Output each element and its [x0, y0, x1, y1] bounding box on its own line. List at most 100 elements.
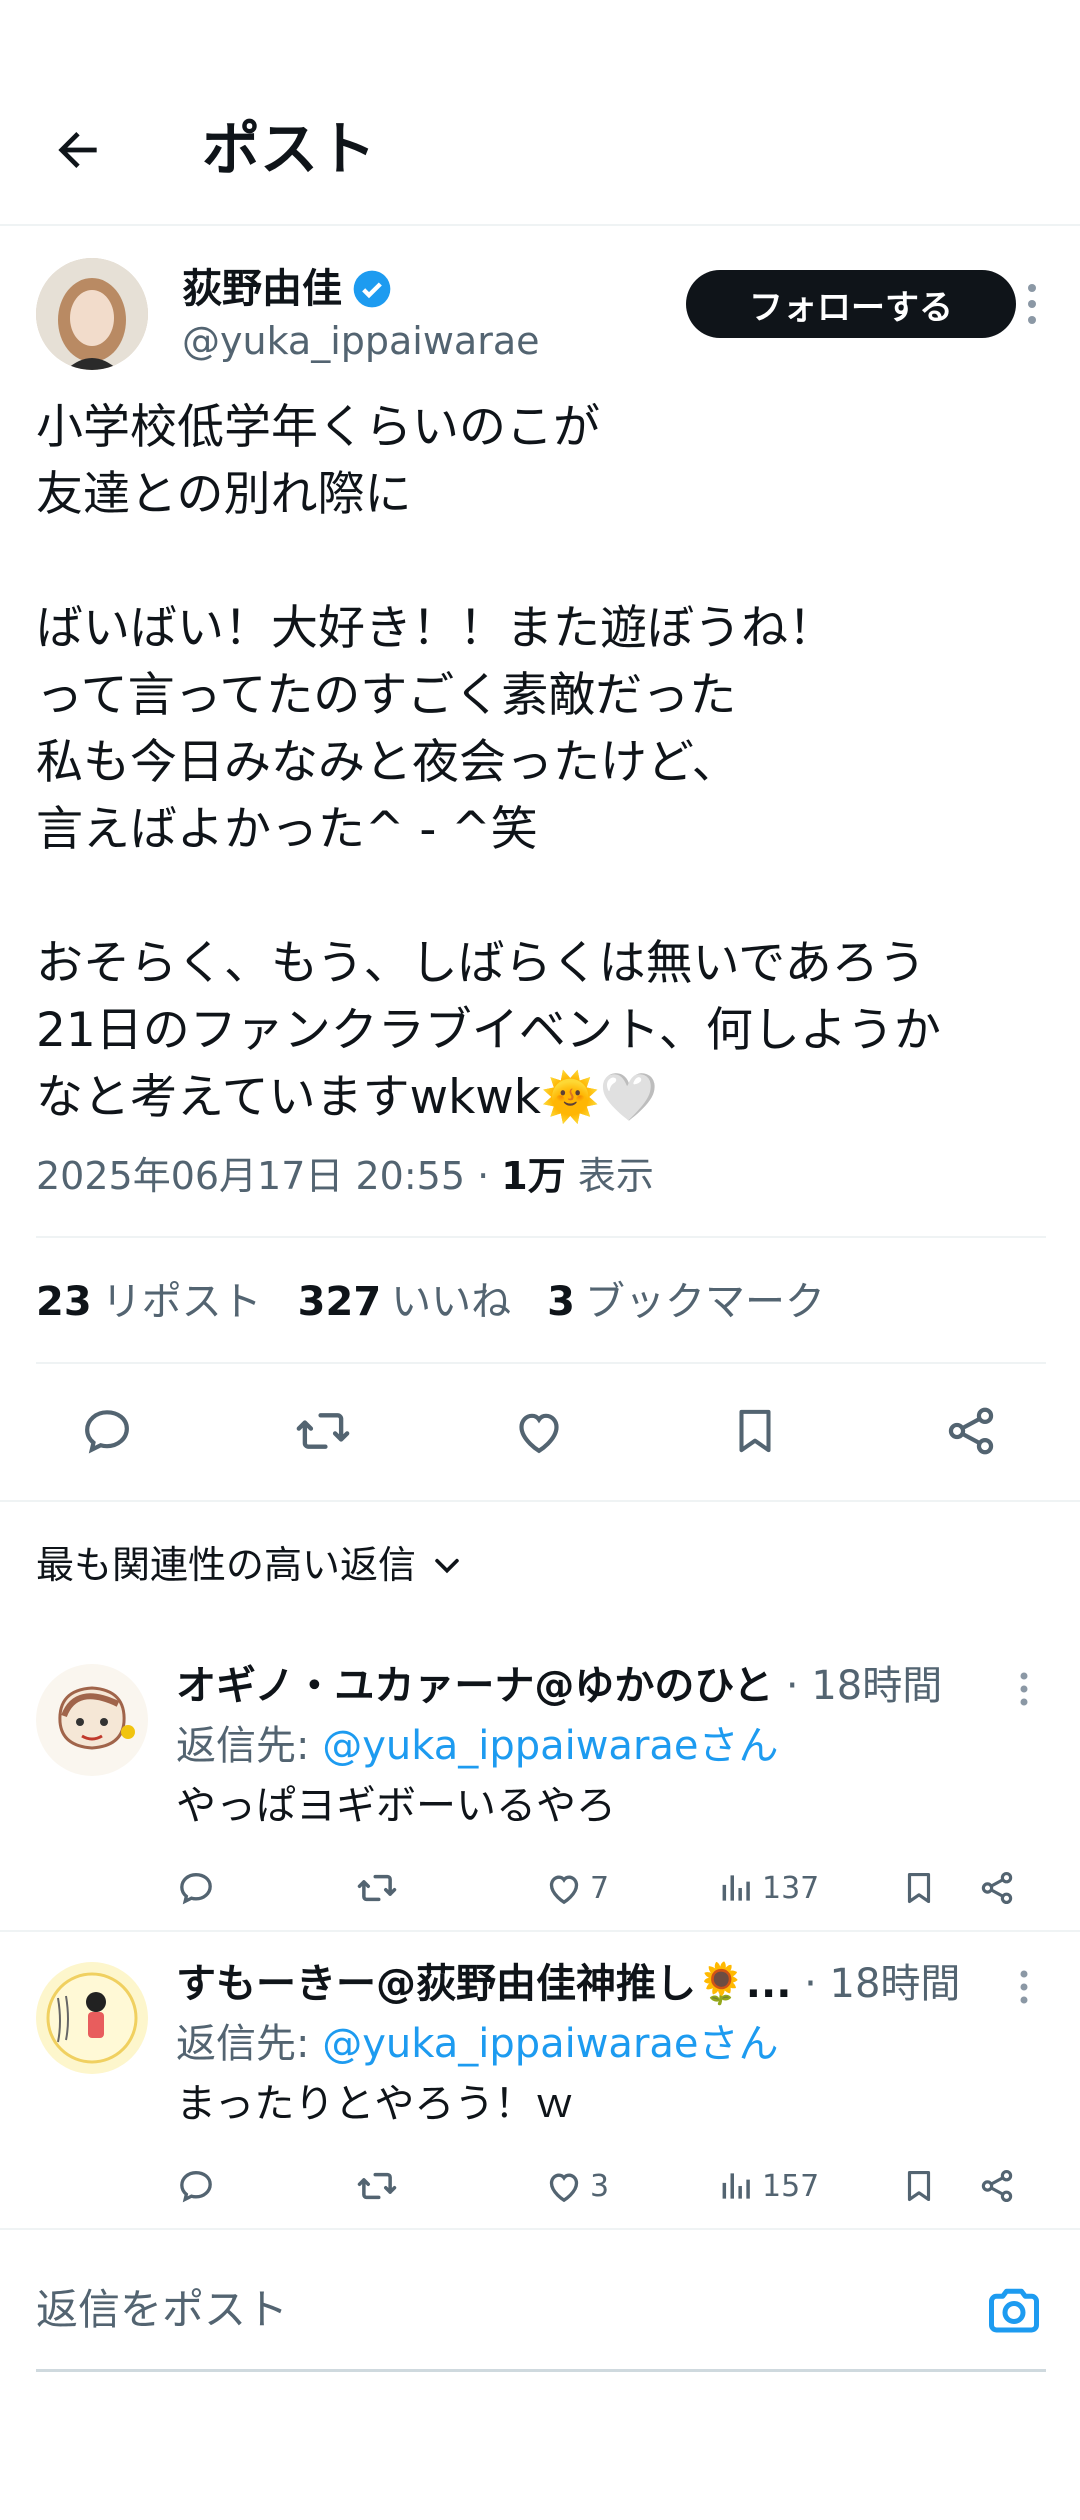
- reply-reply-button[interactable]: [176, 2158, 216, 2214]
- meta-separator: ·: [465, 1154, 502, 1198]
- arrow-left-icon: [58, 132, 97, 168]
- reply-avatar[interactable]: [36, 1962, 148, 2074]
- bookmark-stat[interactable]: 3 ブックマーク: [547, 1272, 825, 1332]
- reply-author-name: すもーきー@荻野由佳神推し🌻...: [176, 1961, 792, 2007]
- repost-count: 23: [36, 1279, 92, 1325]
- reply-views-count: 157: [762, 2168, 820, 2204]
- author-name[interactable]: 荻野由佳: [182, 264, 392, 314]
- reply-more-button[interactable]: [1004, 1962, 1044, 2012]
- divider: [36, 1236, 1046, 1238]
- analytics-icon: [722, 1875, 750, 1901]
- reply-more-button[interactable]: [1004, 1664, 1044, 1714]
- bookmark-icon: [907, 1872, 931, 1904]
- reply-icon: [180, 2170, 212, 2203]
- reply-button[interactable]: [72, 1396, 142, 1466]
- author-avatar[interactable]: [36, 258, 148, 370]
- reply-to-suffix[interactable]: さん: [699, 1723, 779, 1769]
- divider: [0, 2228, 1080, 2230]
- reply-reply-button[interactable]: [176, 1860, 216, 1916]
- bookmark-icon: [739, 1409, 771, 1453]
- reply-author[interactable]: オギノ・ユカァーナ@ゆかのひと · 18時間: [176, 1656, 976, 1716]
- reply-author-name: オギノ・ユカァーナ@ゆかのひと: [176, 1663, 774, 1709]
- reply-time: · 18時間: [773, 1663, 943, 1709]
- like-button[interactable]: [504, 1396, 574, 1466]
- reply-text: やっぱヨギボーいるやろ: [176, 1783, 616, 1829]
- reply-icon: [85, 1410, 129, 1454]
- reply-author[interactable]: すもーきー@荻野由佳神推し🌻... · 18時間: [176, 1954, 976, 2014]
- back-button[interactable]: [40, 112, 116, 188]
- reply-repost-button[interactable]: [356, 2158, 398, 2214]
- reply-action-bar: 3 157: [176, 2158, 1036, 2214]
- bookmark-icon: [907, 2170, 931, 2202]
- reply-to: 返信先: @yuka_ippaiwaraeさん: [176, 2014, 779, 2074]
- post-meta: 2025年06月17日 20:55 · 1万 表示: [36, 1148, 654, 1204]
- post-author: 荻野由佳 @yuka_ippaiwarae フォローする: [36, 258, 1046, 378]
- reply-like-button[interactable]: 3: [544, 2158, 609, 2214]
- more-options-button[interactable]: [1012, 272, 1052, 336]
- repost-icon: [357, 2172, 397, 2200]
- repost-label: リポスト: [101, 1279, 262, 1325]
- reply-to-suffix[interactable]: さん: [699, 2021, 779, 2067]
- reply-repost-button[interactable]: [356, 1860, 398, 1916]
- views-label: 表示: [577, 1154, 654, 1198]
- camera-icon: [989, 2288, 1039, 2333]
- divider: [0, 1500, 1080, 1502]
- reply-to-handle[interactable]: @yuka_ippaiwarae: [322, 2021, 698, 2067]
- bookmark-count: 3: [547, 1279, 576, 1325]
- author-name-text: 荻野由佳: [182, 266, 342, 312]
- page-title: ポスト: [202, 115, 377, 183]
- post-text: 小学校低学年くらいのこが 友達との別れ際に ばいばい！大好き！！また遊ぼうね！ …: [36, 400, 941, 1125]
- reply-views-button[interactable]: 157: [718, 2158, 819, 2214]
- more-vertical-icon: [1020, 1970, 1028, 2004]
- like-label: いいね: [391, 1279, 512, 1325]
- repost-button[interactable]: [288, 1396, 358, 1466]
- reply-sort-dropdown[interactable]: 最も関連性の高い返信: [36, 1536, 464, 1594]
- reply-text: まったりとやろう！ｗ: [176, 2081, 575, 2127]
- app-bar: ポスト: [0, 0, 1080, 226]
- bookmark-button[interactable]: [720, 1396, 790, 1466]
- reply-time: · 18時間: [791, 1961, 961, 2007]
- reply-views-count: 137: [762, 1870, 820, 1906]
- reply-avatar[interactable]: [36, 1664, 148, 1776]
- reply-bookmark-button[interactable]: [900, 1860, 938, 1916]
- reply-to-prefix: 返信先:: [176, 1723, 323, 1769]
- share-icon: [948, 1407, 994, 1455]
- post-action-bar: [36, 1396, 1046, 1466]
- reply-share-button[interactable]: [978, 2158, 1016, 2214]
- author-handle[interactable]: @yuka_ippaiwarae: [182, 316, 540, 366]
- analytics-icon: [722, 2173, 750, 2199]
- chevron-down-icon: [435, 1558, 459, 1574]
- share-icon: [981, 2170, 1013, 2202]
- like-stat[interactable]: 327 いいね: [298, 1272, 512, 1332]
- share-button[interactable]: [936, 1396, 1006, 1466]
- repost-stat[interactable]: 23 リポスト: [36, 1272, 262, 1332]
- more-vertical-icon: [1028, 284, 1036, 324]
- reply-sort-label: 最も関連性の高い返信: [36, 1543, 417, 1587]
- reply-like-button[interactable]: 7: [544, 1860, 609, 1916]
- more-vertical-icon: [1020, 1672, 1028, 1706]
- reply-to-handle[interactable]: @yuka_ippaiwarae: [322, 1723, 698, 1769]
- camera-button[interactable]: [982, 2278, 1046, 2342]
- reply-icon: [180, 1872, 212, 1905]
- repost-icon: [296, 1413, 350, 1449]
- reply-share-button[interactable]: [978, 1860, 1016, 1916]
- like-count: 327: [297, 1279, 382, 1325]
- divider: [36, 1362, 1046, 1364]
- post-datetime[interactable]: 2025年06月17日 20:55: [36, 1154, 465, 1198]
- repost-icon: [357, 1874, 397, 1902]
- reply-bookmark-button[interactable]: [900, 2158, 938, 2214]
- views-count: 1万: [501, 1154, 566, 1198]
- reply-composer[interactable]: 返信をポスト: [36, 2250, 1046, 2372]
- reply-to-prefix: 返信先:: [176, 2021, 323, 2067]
- reply-views-button[interactable]: 137: [718, 1860, 819, 1916]
- divider: [0, 1930, 1080, 1932]
- follow-button[interactable]: フォローする: [686, 270, 1016, 338]
- reply-like-count: 7: [590, 1870, 610, 1906]
- like-icon: [549, 2173, 579, 2203]
- like-icon: [549, 1875, 579, 1905]
- share-icon: [981, 1872, 1013, 1904]
- reply-input[interactable]: 返信をポスト: [36, 2280, 288, 2340]
- reply-action-bar: 7 137: [176, 1860, 1036, 1916]
- reply-like-count: 3: [590, 2168, 610, 2204]
- like-icon: [519, 1413, 559, 1454]
